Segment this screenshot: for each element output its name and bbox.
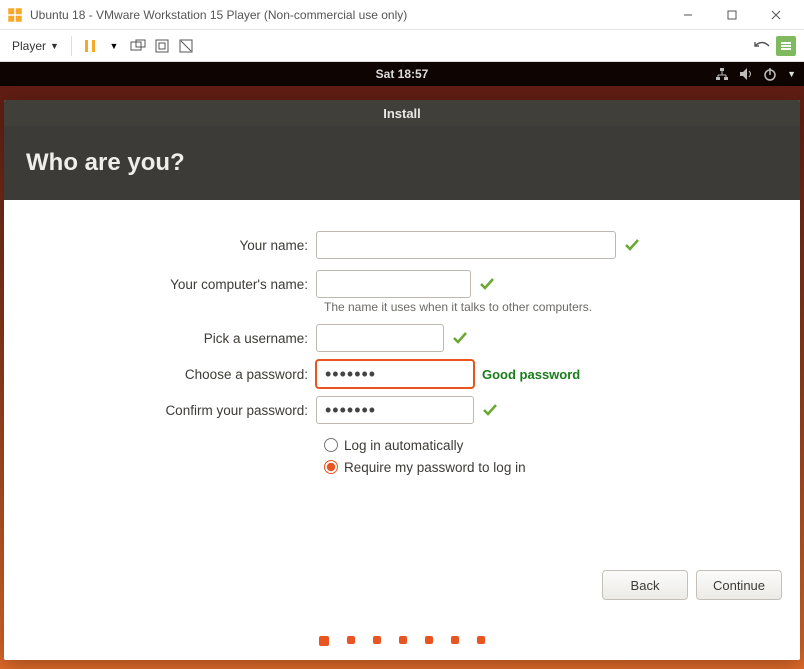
radio-login-require-input[interactable] bbox=[324, 460, 338, 474]
password-strength: Good password bbox=[482, 367, 580, 382]
row-your-name: Your name: bbox=[4, 224, 800, 266]
toolbar-separator bbox=[71, 36, 72, 56]
gnome-topbar: Sat 18:57 ▼ bbox=[0, 62, 804, 86]
installer-titlebar: Install bbox=[4, 100, 800, 126]
vmware-toolbar: Player ▼ ▼ bbox=[0, 30, 804, 62]
check-icon bbox=[624, 237, 640, 253]
installer-body: Your name: Your computer's name: The nam… bbox=[4, 200, 800, 660]
unity-icon[interactable] bbox=[176, 36, 196, 56]
username-input[interactable] bbox=[316, 324, 444, 352]
send-ctrl-alt-del-icon[interactable] bbox=[128, 36, 148, 56]
player-menu-label: Player bbox=[12, 39, 46, 53]
cycle-icon[interactable] bbox=[752, 36, 772, 56]
preferences-icon[interactable] bbox=[776, 36, 796, 56]
nav-buttons: Back Continue bbox=[602, 570, 782, 600]
installer-heading: Who are you? bbox=[4, 126, 800, 200]
clock[interactable]: Sat 18:57 bbox=[376, 67, 429, 81]
volume-icon bbox=[739, 67, 753, 81]
label-password: Choose a password: bbox=[4, 367, 316, 382]
player-menu[interactable]: Player ▼ bbox=[6, 36, 65, 56]
label-username: Pick a username: bbox=[4, 331, 316, 346]
power-icon bbox=[763, 67, 777, 81]
radio-login-auto[interactable]: Log in automatically bbox=[324, 434, 800, 456]
progress-dot bbox=[399, 636, 407, 644]
row-confirm-password: Confirm your password: bbox=[4, 392, 800, 428]
chevron-down-icon: ▼ bbox=[50, 41, 59, 51]
confirm-password-input[interactable] bbox=[316, 396, 474, 424]
vmware-logo-icon bbox=[6, 6, 24, 24]
window-controls bbox=[666, 1, 798, 29]
computer-name-input[interactable] bbox=[316, 270, 471, 298]
row-computer-name: Your computer's name: bbox=[4, 266, 800, 302]
radio-login-auto-input[interactable] bbox=[324, 438, 338, 452]
computer-name-hint: The name it uses when it talks to other … bbox=[324, 300, 800, 314]
vmware-window-title: Ubuntu 18 - VMware Workstation 15 Player… bbox=[30, 8, 666, 22]
status-area[interactable]: ▼ bbox=[715, 62, 796, 86]
back-button[interactable]: Back bbox=[602, 570, 688, 600]
continue-button[interactable]: Continue bbox=[696, 570, 782, 600]
close-button[interactable] bbox=[754, 1, 798, 29]
minimize-button[interactable] bbox=[666, 1, 710, 29]
maximize-button[interactable] bbox=[710, 1, 754, 29]
progress-dot bbox=[373, 636, 381, 644]
fullscreen-icon[interactable] bbox=[152, 36, 172, 56]
radio-auto-label: Log in automatically bbox=[344, 438, 463, 453]
label-computer-name: Your computer's name: bbox=[4, 277, 316, 292]
check-icon bbox=[482, 402, 498, 418]
row-username: Pick a username: bbox=[4, 320, 800, 356]
your-name-input[interactable] bbox=[316, 231, 616, 259]
chevron-down-icon[interactable]: ▼ bbox=[104, 36, 124, 56]
progress-dot bbox=[477, 636, 485, 644]
radio-require-label: Require my password to log in bbox=[344, 460, 526, 475]
label-your-name: Your name: bbox=[4, 238, 316, 253]
check-icon bbox=[479, 276, 495, 292]
login-options: Log in automatically Require my password… bbox=[324, 434, 800, 478]
progress-dot bbox=[425, 636, 433, 644]
pause-icon[interactable] bbox=[80, 36, 100, 56]
chevron-down-icon: ▼ bbox=[787, 69, 796, 79]
guest-desktop: Sat 18:57 ▼ Install Who are you? Your na… bbox=[0, 62, 804, 669]
row-password: Choose a password: Good password bbox=[4, 356, 800, 392]
installer-window: Install Who are you? Your name: Your com… bbox=[4, 100, 800, 660]
vmware-titlebar: Ubuntu 18 - VMware Workstation 15 Player… bbox=[0, 0, 804, 30]
password-input[interactable] bbox=[316, 360, 474, 388]
progress-dots bbox=[4, 636, 800, 646]
label-confirm-password: Confirm your password: bbox=[4, 403, 316, 418]
check-icon bbox=[452, 330, 468, 346]
progress-dot bbox=[319, 636, 329, 646]
network-icon bbox=[715, 67, 729, 81]
radio-login-require[interactable]: Require my password to log in bbox=[324, 456, 800, 478]
progress-dot bbox=[451, 636, 459, 644]
progress-dot bbox=[347, 636, 355, 644]
